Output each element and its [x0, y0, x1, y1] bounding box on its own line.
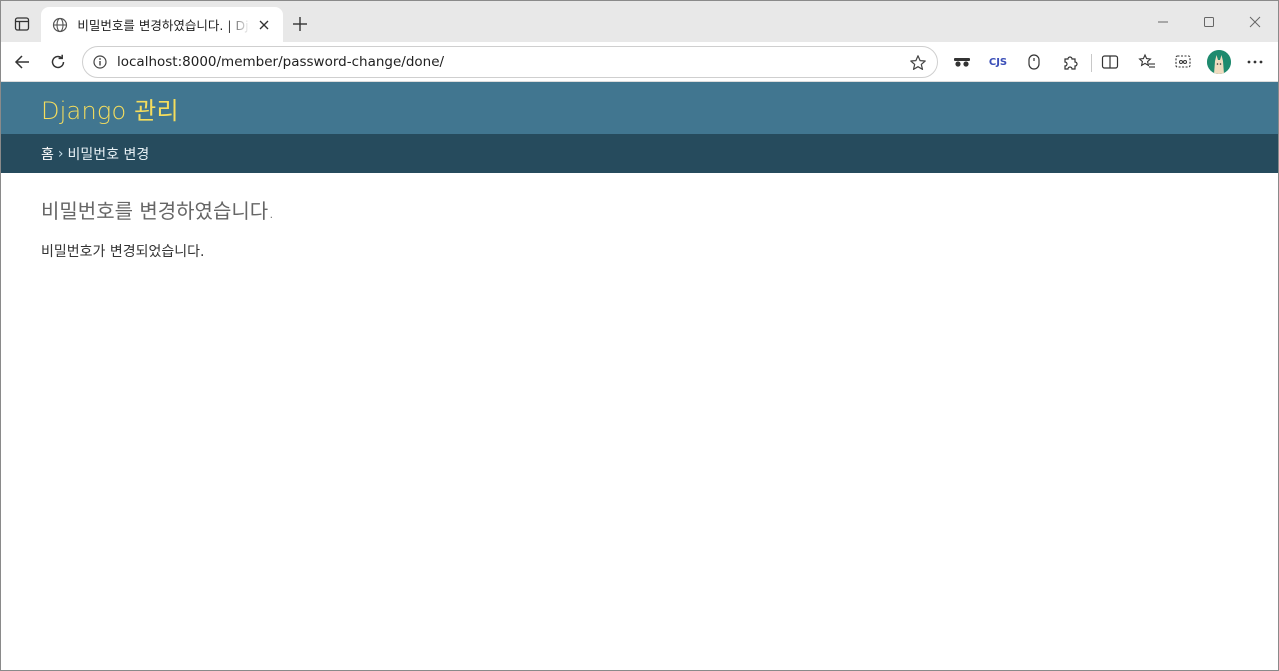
site-branding[interactable]: Django 관리 — [41, 91, 179, 126]
globe-icon — [51, 16, 68, 34]
page-title: 비밀번호를 변경하였습니다. — [41, 199, 275, 223]
close-window-icon[interactable] — [1232, 1, 1278, 42]
tab-title: 비밀번호를 변경하였습니다. | Django 사이트 관리 — [77, 18, 249, 33]
more-options-icon[interactable] — [1244, 51, 1266, 73]
browser-toolbar: localhost:8000/member/password-change/do… — [1, 42, 1278, 82]
favorite-star-icon[interactable] — [908, 53, 928, 73]
url-text[interactable]: localhost:8000/member/password-change/do… — [117, 54, 444, 70]
extensions-puzzle-icon[interactable] — [1059, 51, 1081, 73]
profile-avatar[interactable] — [1207, 50, 1231, 74]
screenshot-icon[interactable] — [1172, 51, 1194, 73]
close-tab-icon[interactable] — [256, 16, 273, 34]
browser-window: 비밀번호를 변경하였습니다. | Django 사이트 관리 — [0, 0, 1279, 671]
new-tab-icon[interactable] — [289, 13, 311, 35]
admin-header: Django 관리 — [1, 82, 1278, 134]
breadcrumb: 홈 › 비밀번호 변경 — [1, 134, 1278, 173]
main-content: 비밀번호를 변경하였습니다. 비밀번호가 변경되었습니다. — [1, 173, 1278, 283]
toolbar-divider — [1091, 54, 1092, 72]
site-info-icon[interactable] — [91, 53, 109, 71]
window-controls — [1140, 1, 1278, 42]
split-screen-icon[interactable] — [1099, 51, 1121, 73]
favorites-icon[interactable] — [1136, 51, 1158, 73]
back-arrow-icon[interactable] — [9, 49, 35, 75]
breadcrumb-current: 비밀번호 변경 — [67, 146, 150, 163]
cjs-extension-icon[interactable]: CJS — [987, 51, 1009, 73]
mouse-extension-icon[interactable] — [1023, 51, 1045, 73]
success-message: 비밀번호가 변경되었습니다. — [41, 244, 205, 260]
address-bar[interactable]: localhost:8000/member/password-change/do… — [82, 46, 938, 78]
tab-actions-icon[interactable] — [9, 11, 35, 37]
breadcrumb-home-link[interactable]: 홈 — [41, 144, 54, 164]
active-tab[interactable]: 비밀번호를 변경하였습니다. | Django 사이트 관리 — [41, 7, 283, 42]
reload-icon[interactable] — [45, 49, 71, 75]
breadcrumb-separator: › — [57, 145, 64, 162]
incognito-extension-icon[interactable] — [951, 51, 973, 73]
tab-strip: 비밀번호를 변경하였습니다. | Django 사이트 관리 — [1, 1, 1278, 42]
maximize-icon[interactable] — [1186, 1, 1232, 42]
minimize-icon[interactable] — [1140, 1, 1186, 42]
